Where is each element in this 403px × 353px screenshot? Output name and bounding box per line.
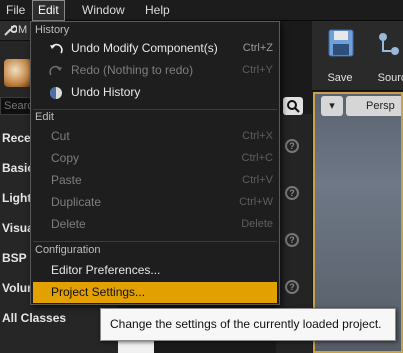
menu-divider <box>33 109 277 110</box>
project-settings-tooltip: Change the settings of the currently loa… <box>100 308 396 341</box>
undo-history-label: Undo History <box>71 85 141 99</box>
editor-preferences-label: Editor Preferences... <box>51 263 161 277</box>
wrench-icon <box>4 24 17 36</box>
source-control-label: Sourc <box>377 72 403 84</box>
help-icon[interactable]: ? <box>285 280 299 294</box>
cut-label: Cut <box>51 129 70 143</box>
main-toolbar: Save Sourc <box>312 21 403 91</box>
undo-history-icon <box>50 87 62 99</box>
paste-shortcut: Ctrl+V <box>242 174 273 186</box>
undo-label: Undo Modify Component(s) <box>71 41 218 55</box>
redo-label: Redo (Nothing to redo) <box>71 63 194 77</box>
cut-menu-item[interactable]: Cut Ctrl+X <box>33 126 277 147</box>
redo-icon <box>49 65 62 76</box>
menu-edit[interactable]: Edit <box>32 0 65 21</box>
help-icon[interactable]: ? <box>285 186 299 200</box>
duplicate-shortcut: Ctrl+W <box>239 196 273 208</box>
perspective-label: Persp <box>366 100 395 112</box>
edit-menu: History Undo Modify Component(s) Ctrl+Z … <box>30 21 280 305</box>
edit-section-header: Edit <box>35 111 54 123</box>
help-icon[interactable]: ? <box>285 139 299 153</box>
delete-shortcut: Delete <box>241 218 273 230</box>
history-section-header: History <box>35 24 70 36</box>
paste-label: Paste <box>51 173 82 187</box>
copy-shortcut: Ctrl+C <box>241 152 273 164</box>
search-button[interactable] <box>283 97 303 115</box>
menu-bar: File Edit Window Help <box>0 0 403 21</box>
delete-menu-item[interactable]: Delete Delete <box>33 214 277 235</box>
save-icon <box>328 29 354 57</box>
editor-preferences-menu-item[interactable]: Editor Preferences... <box>33 260 277 281</box>
menu-window[interactable]: Window <box>76 0 131 21</box>
paste-menu-item[interactable]: Paste Ctrl+V <box>33 170 277 191</box>
source-control-icon <box>379 33 399 55</box>
undo-icon <box>50 43 63 54</box>
viewport-options-button[interactable]: ▾ <box>321 96 343 116</box>
cut-shortcut: Ctrl+X <box>242 130 273 142</box>
undo-menu-item[interactable]: Undo Modify Component(s) Ctrl+Z <box>33 38 277 59</box>
help-icon[interactable]: ? <box>285 233 299 247</box>
place-mode-icon[interactable] <box>4 59 32 87</box>
modes-tab-label: M <box>18 24 28 36</box>
undo-shortcut: Ctrl+Z <box>242 42 273 54</box>
duplicate-label: Duplicate <box>51 195 102 209</box>
perspective-button[interactable]: Persp <box>346 96 403 116</box>
save-label: Save <box>327 72 353 84</box>
redo-menu-item[interactable]: Redo (Nothing to redo) Ctrl+Y <box>33 60 277 81</box>
menu-help[interactable]: Help <box>139 0 176 21</box>
copy-label: Copy <box>51 151 80 165</box>
undo-history-menu-item[interactable]: Undo History <box>33 82 277 103</box>
configuration-section-header: Configuration <box>35 244 101 256</box>
menu-file[interactable]: File <box>0 0 31 21</box>
search-icon <box>287 100 300 113</box>
project-settings-label: Project Settings... <box>51 285 146 299</box>
copy-menu-item[interactable]: Copy Ctrl+C <box>33 148 277 169</box>
project-settings-menu-item[interactable]: Project Settings... <box>33 282 277 303</box>
duplicate-menu-item[interactable]: Duplicate Ctrl+W <box>33 192 277 213</box>
save-button[interactable]: Save <box>316 25 364 87</box>
menu-divider <box>33 241 277 242</box>
source-control-button[interactable]: Sourc <box>368 25 403 87</box>
delete-label: Delete <box>51 217 86 231</box>
redo-shortcut: Ctrl+Y <box>242 64 273 76</box>
